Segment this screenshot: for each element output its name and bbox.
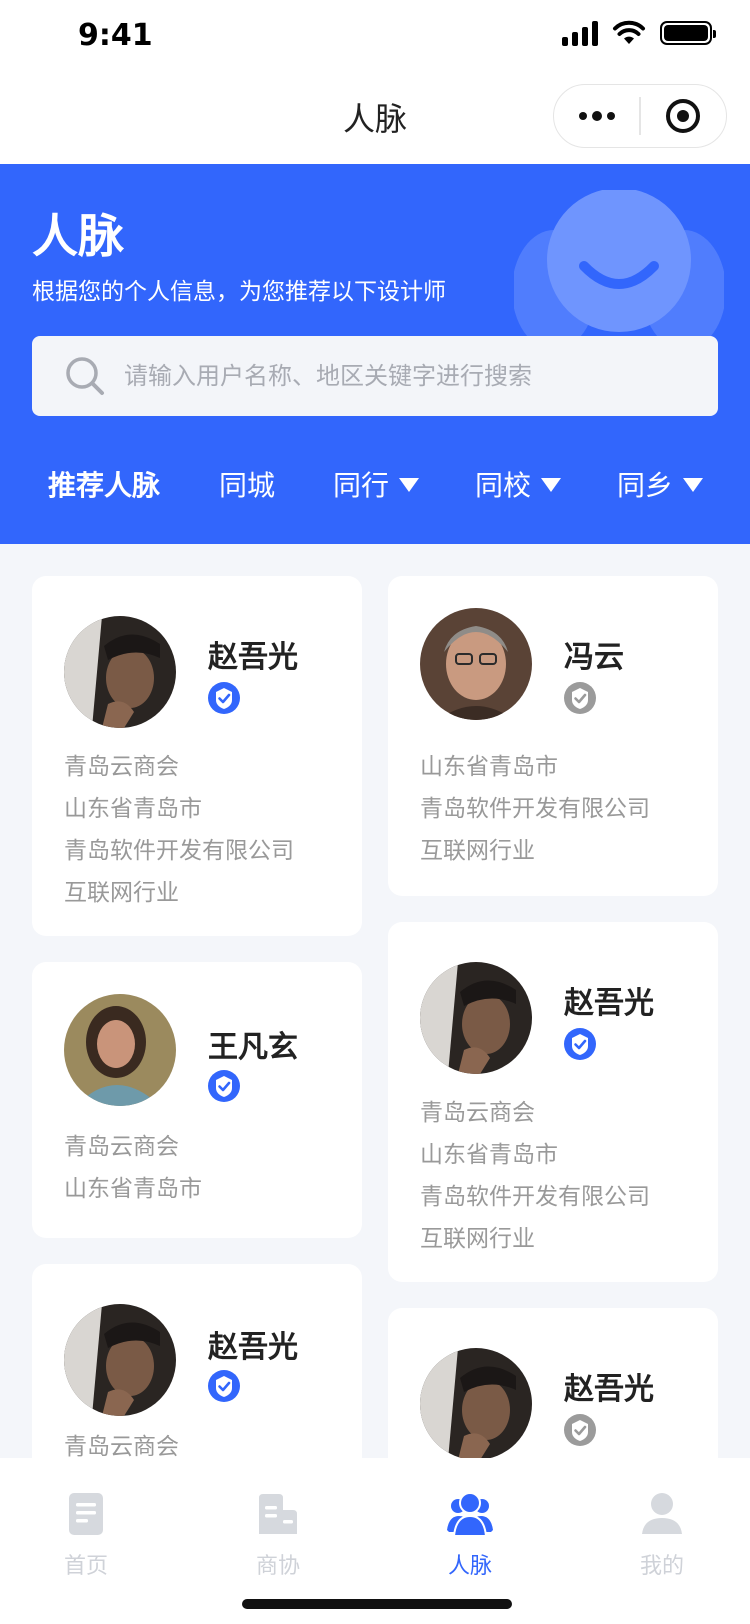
building-icon [259,1494,297,1534]
contact-card[interactable]: 赵吾光 青岛云商会 山东省青岛市 青岛软件开发有限公司 互联网行业 [32,576,362,936]
verified-badge-icon [208,1070,240,1102]
people-icon [447,1492,493,1536]
verified-badge-icon [208,1370,240,1402]
tabbar-item-contacts[interactable]: 人脉 [420,1492,520,1580]
contact-card[interactable]: 赵吾光 青岛云商会 山东省青岛市 青岛软件开发有限公司 互联网行业 [388,922,718,1282]
avatar [420,608,532,720]
tab-label: 推荐人脉 [48,469,161,502]
user-icon [642,1493,682,1534]
filter-tabs: 推荐人脉 同城 同行 同校 同乡 [0,454,750,514]
tabbar-item-association[interactable]: 商协 [228,1492,328,1580]
contact-info-line: 青岛云商会 [64,1134,179,1160]
contact-name: 赵吾光 [208,640,298,675]
hero-title: 人脉 [32,209,124,263]
contact-name: 冯云 [564,640,624,675]
miniprogram-capsule [553,84,727,148]
tab-label: 同乡 [617,469,674,502]
contact-info-line: 山东省青岛市 [420,754,558,780]
avatar [420,1348,532,1460]
verified-badge-icon [208,682,240,714]
tab-same-hometown[interactable]: 同乡 [617,454,704,514]
hero-banner: 人脉 根据您的个人信息，为您推荐以下设计师 推荐人脉 同城 同行 同校 同乡 [0,164,750,544]
contact-info-list: 青岛云商会 山东省青岛市 青岛软件开发有限公司 互联网行业 [64,746,294,914]
contact-name: 赵吾光 [564,986,654,1021]
tabbar-item-profile[interactable]: 我的 [612,1492,712,1580]
contact-info-list: 青岛云商会 山东省青岛市 青岛软件开发有限公司 互联网行业 [420,1092,650,1260]
tab-label: 同城 [219,469,276,502]
contact-card[interactable]: 冯云 山东省青岛市 青岛软件开发有限公司 互联网行业 [388,576,718,896]
tabbar-label: 我的 [639,1554,684,1579]
wifi-icon [613,20,645,44]
tabbar-label: 人脉 [447,1554,492,1579]
contact-name: 王凡玄 [208,1030,298,1065]
avatar [64,616,176,728]
caret-down-icon [541,478,562,492]
tab-label: 同行 [333,469,390,502]
caret-down-icon [399,478,420,492]
close-miniprogram-button[interactable] [641,85,726,147]
tab-label: 同校 [475,469,532,502]
contact-info-line: 青岛云商会 [420,1100,535,1126]
status-time: 9:41 [78,18,153,53]
home-indicator [242,1599,512,1609]
contact-name: 赵吾光 [564,1372,654,1407]
contact-info-list: 青岛云商会 山东省青岛市 [64,1126,202,1210]
tabbar-label: 首页 [63,1554,108,1579]
contact-info-line: 青岛云商会 [64,754,179,780]
contact-info-line: 青岛软件开发有限公司 [420,796,650,822]
contact-name: 赵吾光 [208,1330,298,1365]
tab-recommended[interactable]: 推荐人脉 [48,454,160,514]
tab-same-industry[interactable]: 同行 [333,454,420,514]
contact-info-line: 互联网行业 [420,1226,535,1252]
status-icons [562,20,716,46]
document-icon [69,1493,103,1535]
search-bar[interactable] [32,336,718,416]
avatar [64,994,176,1106]
tab-same-school[interactable]: 同校 [475,454,562,514]
contact-info-line: 互联网行业 [420,838,535,864]
avatar [420,962,532,1074]
cellular-signal-icon [562,20,598,46]
tabbar-label: 商协 [255,1554,300,1579]
contact-info-line: 青岛软件开发有限公司 [64,838,294,864]
contact-info-line: 山东省青岛市 [64,1176,202,1202]
contact-info-line: 山东省青岛市 [420,1142,558,1168]
contact-info-line: 互联网行业 [64,880,179,906]
contact-card[interactable]: 王凡玄 青岛云商会 山东省青岛市 [32,962,362,1238]
verified-badge-icon [564,1028,596,1060]
search-icon [66,357,104,395]
battery-icon [660,21,716,45]
unverified-badge-icon [564,682,596,714]
contact-info-line: 青岛软件开发有限公司 [420,1184,650,1210]
contact-info-list: 山东省青岛市 青岛软件开发有限公司 互联网行业 [420,746,650,872]
more-options-button[interactable] [554,85,639,147]
avatar [64,1304,176,1416]
contact-info-line: 山东省青岛市 [64,796,202,822]
tabbar-item-home[interactable]: 首页 [36,1492,136,1580]
tab-same-city[interactable]: 同城 [219,454,275,514]
search-input[interactable] [124,346,684,406]
unverified-badge-icon [564,1414,596,1446]
mascot-illustration [514,190,724,340]
target-icon [666,99,701,133]
caret-down-icon [683,478,704,492]
hero-subtitle: 根据您的个人信息，为您推荐以下设计师 [32,279,446,305]
status-bar: 9:41 [0,0,750,72]
nav-bar: 人脉 [0,72,750,164]
